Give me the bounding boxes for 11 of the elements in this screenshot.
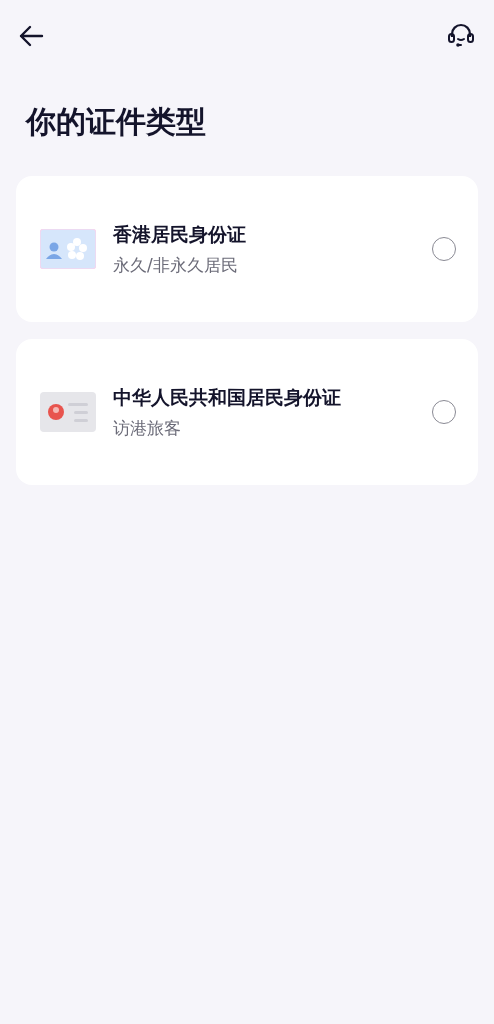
- id-card-icon: [40, 392, 96, 432]
- option-title: 中华人民共和国居民身份证: [113, 385, 342, 410]
- option-subtitle: 访港旅客: [113, 417, 182, 440]
- id-type-option[interactable]: 中华人民共和国居民身份证 访港旅客: [16, 339, 478, 485]
- id-type-option[interactable]: 香港居民身份证 永久/非永久居民: [16, 176, 478, 322]
- back-icon[interactable]: [18, 24, 44, 48]
- id-card-icon: [40, 229, 96, 269]
- option-subtitle: 永久/非永久居民: [113, 254, 239, 277]
- headset-icon[interactable]: [447, 23, 475, 49]
- option-title: 香港居民身份证: [113, 222, 247, 247]
- page-title: 你的证件类型: [24, 103, 207, 141]
